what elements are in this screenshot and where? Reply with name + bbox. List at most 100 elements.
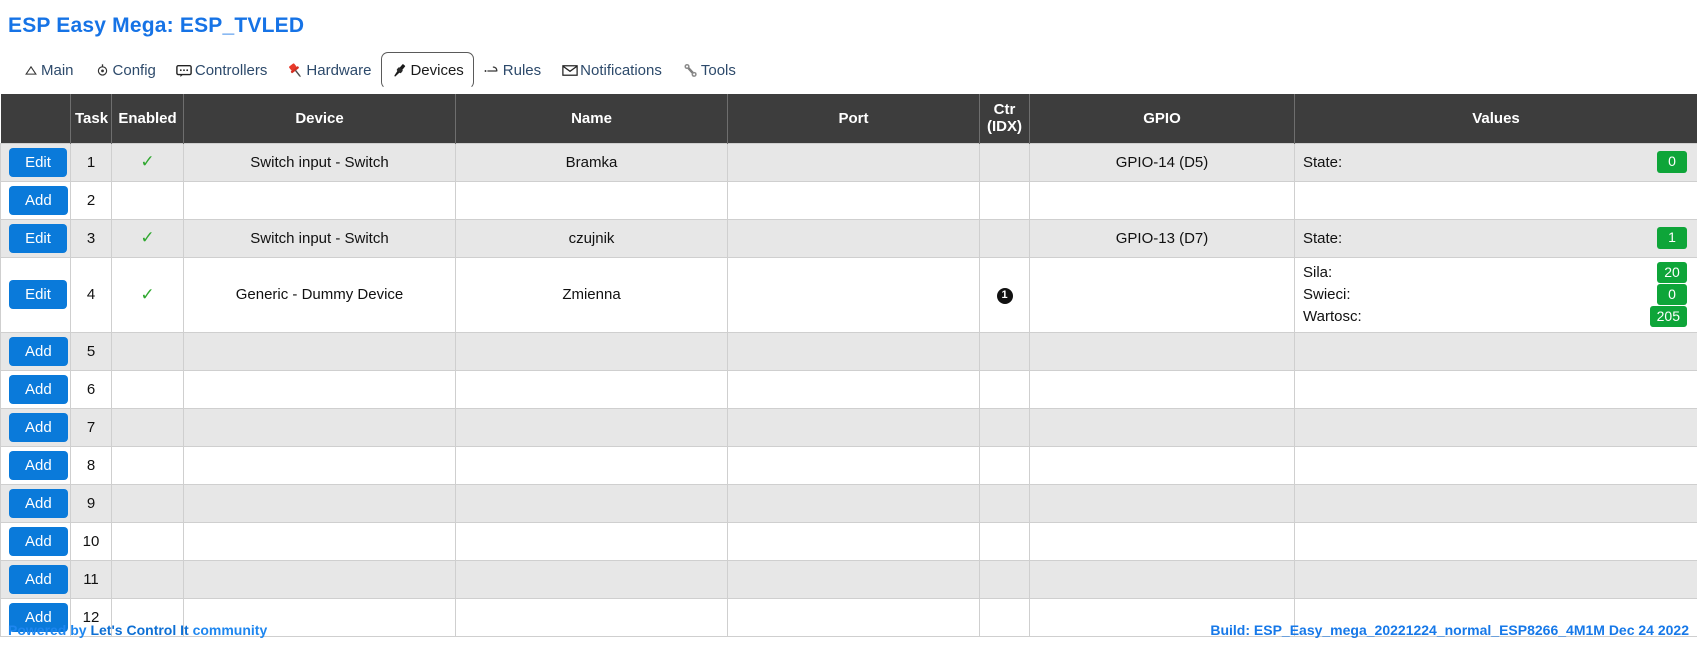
cell-enabled xyxy=(111,521,184,561)
value-row: State: 1 xyxy=(1303,227,1689,249)
cell-ctr-idx: 1 xyxy=(979,256,1030,333)
value-label: State: xyxy=(1303,229,1343,247)
cell-gpio xyxy=(1029,369,1295,409)
tab-main[interactable]: Main xyxy=(12,52,84,89)
table-row: Add 11 xyxy=(0,559,1697,599)
cell-gpio xyxy=(1029,483,1295,523)
cell-gpio xyxy=(1029,180,1295,220)
cell-values xyxy=(1294,407,1697,447)
table-row: Add 7 xyxy=(0,407,1697,447)
cell-enabled: ✓ xyxy=(111,218,184,258)
tab-label: Config xyxy=(112,62,156,79)
add-task-button[interactable]: Add xyxy=(9,374,68,404)
cell-device-name xyxy=(455,180,728,220)
table-row: Add 8 xyxy=(0,445,1697,485)
cell-ctr-idx xyxy=(979,142,1030,182)
column-header-device: Device xyxy=(183,94,456,143)
cell-values xyxy=(1294,331,1697,371)
cell-device-type: Generic - Dummy Device xyxy=(183,256,456,333)
edit-task-button[interactable]: Edit xyxy=(9,147,67,177)
cell-device-name xyxy=(455,483,728,523)
cell-action: Add xyxy=(0,407,71,447)
cell-action: Add xyxy=(0,521,71,561)
check-icon: ✓ xyxy=(140,152,155,171)
value-badge: 20 xyxy=(1657,261,1687,284)
cell-values xyxy=(1294,369,1697,409)
tab-label: Main xyxy=(41,62,74,79)
cell-task-number: 4 xyxy=(70,256,112,333)
add-task-button[interactable]: Add xyxy=(9,412,68,442)
add-task-button[interactable]: Add xyxy=(9,564,68,594)
tab-label: Notifications xyxy=(580,62,662,79)
cell-task-number: 8 xyxy=(70,445,112,485)
tab-rules[interactable]: Rules xyxy=(474,52,551,89)
add-task-button[interactable]: Add xyxy=(9,526,68,556)
add-task-button[interactable]: Add xyxy=(9,450,68,480)
cell-enabled xyxy=(111,445,184,485)
add-task-button[interactable]: Add xyxy=(9,336,68,366)
cell-port xyxy=(727,521,980,561)
cell-values xyxy=(1294,483,1697,523)
cell-gpio: GPIO-14 (D5) xyxy=(1029,142,1295,182)
column-header-port: Port xyxy=(727,94,980,143)
cell-values xyxy=(1294,180,1697,220)
lets-control-it-link[interactable]: Let's Control It xyxy=(90,622,188,638)
tab-devices[interactable]: Devices xyxy=(381,52,474,89)
cell-action: Add xyxy=(0,445,71,485)
cell-values xyxy=(1294,559,1697,599)
tab-config[interactable]: Config xyxy=(84,52,166,89)
cell-gpio xyxy=(1029,407,1295,447)
tab-controllers[interactable]: Controllers xyxy=(166,52,278,89)
cell-device-name: czujnik xyxy=(455,218,728,258)
cell-gpio xyxy=(1029,331,1295,371)
cell-ctr-idx xyxy=(979,180,1030,220)
page-footer: Powered by Let's Control It community Bu… xyxy=(0,617,1697,643)
cell-values: Sila: 20 Swieci: 0 Wartosc: 205 xyxy=(1294,256,1697,333)
cell-device-type xyxy=(183,521,456,561)
cell-ctr-idx xyxy=(979,483,1030,523)
cell-action: Add xyxy=(0,331,71,371)
cell-ctr-idx xyxy=(979,218,1030,258)
cell-device-type: Switch input - Switch xyxy=(183,218,456,258)
cell-port xyxy=(727,369,980,409)
cell-device-name: Bramka xyxy=(455,142,728,182)
edit-task-button[interactable]: Edit xyxy=(9,223,67,253)
value-row: Wartosc: 205 xyxy=(1303,305,1689,328)
cell-task-number: 2 xyxy=(70,180,112,220)
cell-values xyxy=(1294,521,1697,561)
cell-action: Edit xyxy=(0,142,71,182)
table-row: Edit 4 ✓ Generic - Dummy Device Zmienna 1 Sila… xyxy=(0,256,1697,333)
plug-icon xyxy=(391,62,408,79)
cell-enabled xyxy=(111,369,184,409)
cell-action: Add xyxy=(0,180,71,220)
cell-ctr-idx xyxy=(979,521,1030,561)
cell-ctr-idx xyxy=(979,331,1030,371)
cell-device-type xyxy=(183,407,456,447)
column-header-values: Values xyxy=(1294,94,1697,143)
cell-values: State: 0 xyxy=(1294,142,1697,182)
tab-hardware[interactable]: Hardware xyxy=(277,52,381,89)
column-header-enabled: Enabled xyxy=(111,94,184,143)
cell-port xyxy=(727,180,980,220)
devices-table: Task Enabled Device Name Port Ctr (IDX) … xyxy=(0,94,1697,637)
tab-label: Controllers xyxy=(194,62,268,79)
tab-tools[interactable]: Tools xyxy=(672,52,746,89)
add-task-button[interactable]: Add xyxy=(9,488,68,518)
table-row: Add 2 xyxy=(0,180,1697,220)
edit-task-button[interactable]: Edit xyxy=(9,280,67,309)
cell-device-name xyxy=(455,445,728,485)
speech-bubble-icon xyxy=(176,62,193,79)
cell-ctr-idx xyxy=(979,407,1030,447)
tab-label: Hardware xyxy=(306,62,372,79)
value-label: Sila: xyxy=(1303,264,1333,281)
cell-task-number: 9 xyxy=(70,483,112,523)
value-badge: 205 xyxy=(1649,305,1687,328)
column-header-name: Name xyxy=(455,94,728,143)
tab-notifications[interactable]: Notifications xyxy=(551,52,672,89)
add-task-button[interactable]: Add xyxy=(9,185,68,215)
cell-port xyxy=(727,331,980,371)
envelope-icon xyxy=(561,62,578,79)
main-navigation-tabs: Main Config Controllers Hardware Devices Rule… xyxy=(0,50,1697,89)
devices-table-body: Edit 1 ✓ Switch input - Switch Bramka GPIO-14… xyxy=(0,142,1697,637)
cell-task-number: 10 xyxy=(70,521,112,561)
